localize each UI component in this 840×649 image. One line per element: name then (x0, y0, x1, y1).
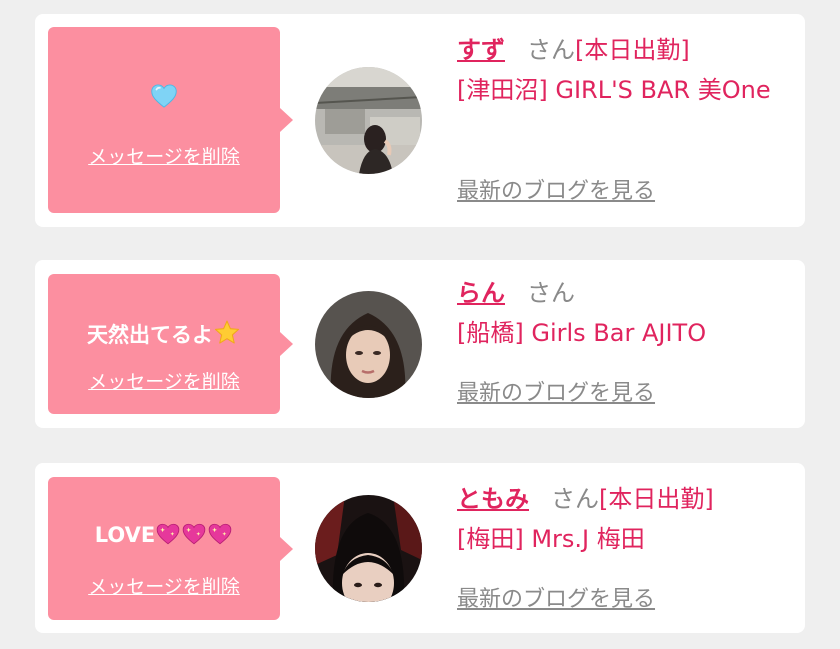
sparkling-heart-icon (156, 523, 180, 545)
honorific: さん (527, 279, 575, 307)
cast-info: らん さん [船橋] Girls Bar AJITO (457, 273, 787, 353)
honorific: さん (551, 485, 599, 513)
message-card: メッセージを削除 すず さん[本日出勤] [津田沼] GIRL'S BAR 美On… (35, 14, 805, 227)
honorific: さん (527, 36, 575, 64)
work-status: [本日出勤] (599, 485, 714, 513)
message-text-value: LOVE (94, 523, 156, 547)
delete-message-link[interactable]: メッセージを削除 (48, 370, 280, 394)
sparkling-heart-icon (182, 523, 206, 545)
message-bubble: LOVE メッセージを削除 (48, 477, 293, 620)
message-bubble: メッセージを削除 (48, 27, 293, 213)
work-status: [本日出勤] (575, 36, 690, 64)
message-text: 天然出てるよ (48, 319, 280, 349)
message-card: LOVE メッセージを削除 ともみ さん[本日出勤] [梅田] Mrs.J 梅田… (35, 463, 805, 633)
latest-blog-link[interactable]: 最新のブログを見る (457, 379, 655, 409)
avatar[interactable] (315, 495, 422, 602)
cast-name-link[interactable]: ともみ (457, 485, 529, 513)
light-blue-heart-icon (151, 84, 177, 108)
cast-name-link[interactable]: らん (457, 279, 505, 307)
latest-blog-link[interactable]: 最新のブログを見る (457, 177, 655, 207)
avatar[interactable] (315, 291, 422, 398)
message-text (48, 81, 280, 110)
cast-info: すず さん[本日出勤] [津田沼] GIRL'S BAR 美One (457, 30, 787, 110)
favorite-message-list: メッセージを削除 すず さん[本日出勤] [津田沼] GIRL'S BAR 美On… (0, 0, 840, 649)
shop-name: [船橋] Girls Bar AJITO (457, 319, 707, 347)
shop-name: [梅田] Mrs.J 梅田 (457, 525, 645, 553)
cast-info: ともみ さん[本日出勤] [梅田] Mrs.J 梅田 (457, 479, 787, 559)
avatar[interactable] (315, 67, 422, 174)
message-bubble: 天然出てるよ メッセージを削除 (48, 274, 293, 414)
delete-message-link[interactable]: メッセージを削除 (48, 145, 280, 169)
message-card: 天然出てるよ メッセージを削除 らん さん [船橋] Girls Bar AJIT… (35, 260, 805, 428)
sparkling-heart-icon (208, 523, 232, 545)
star-icon (214, 320, 240, 344)
shop-name: [津田沼] GIRL'S BAR 美One (457, 76, 771, 104)
delete-message-link[interactable]: メッセージを削除 (48, 575, 280, 599)
message-text-value: 天然出てるよ (87, 323, 213, 347)
cast-name-link[interactable]: すず (457, 36, 505, 64)
latest-blog-link[interactable]: 最新のブログを見る (457, 585, 655, 615)
message-text: LOVE (48, 521, 280, 549)
